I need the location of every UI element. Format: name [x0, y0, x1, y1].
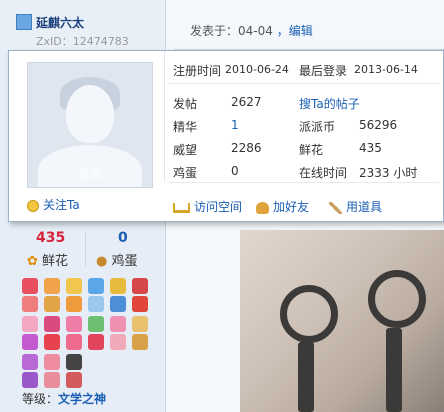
lastlogin-date: 2013-06-14 — [354, 63, 418, 76]
stat-value: 2286 — [231, 141, 262, 155]
add-friend-button[interactable]: 加好友 — [256, 198, 309, 215]
medal-icon[interactable] — [88, 334, 104, 350]
medal-icon[interactable] — [88, 296, 104, 312]
stat-separator — [85, 232, 86, 266]
eggs-stat[interactable]: ● 鸡蛋 — [96, 250, 138, 269]
eggs-label: 鸡蛋 — [111, 254, 138, 269]
flowers-stat[interactable]: ✿ 鲜花 — [27, 250, 68, 269]
home-icon — [173, 202, 190, 213]
stat-label: 在线时间 — [299, 166, 348, 180]
stat-label: 威望 — [173, 143, 198, 157]
medal-icon[interactable] — [44, 296, 60, 312]
medal-icon[interactable] — [110, 296, 126, 312]
medal-icon[interactable] — [22, 316, 38, 332]
bulb-icon — [27, 199, 39, 212]
medal-icon[interactable] — [22, 372, 38, 388]
medal-icon[interactable] — [44, 278, 60, 294]
medal-icon[interactable] — [66, 354, 82, 370]
eggs-count: 0 — [118, 230, 128, 246]
stat-label: 精华 — [173, 120, 198, 134]
follow-label: 关注Ta — [43, 198, 80, 212]
post-meta: 发表于：04-04 ，编辑 — [190, 22, 313, 39]
medal-icon[interactable] — [110, 316, 126, 332]
medal-icon[interactable] — [44, 372, 60, 388]
edit-link[interactable]: ，编辑 — [277, 24, 313, 38]
medal-icon[interactable] — [44, 354, 60, 370]
key-shaft-right — [386, 328, 402, 412]
follow-button[interactable]: 关注Ta — [27, 196, 80, 213]
add-friend-icon — [256, 201, 269, 214]
medal-icon[interactable] — [22, 334, 38, 350]
stat-value[interactable]: 1 — [231, 118, 239, 132]
user-info-popup: 派派 关注Ta 注册时间 2010-06-24 最后登录 2013-06-14 … — [8, 50, 444, 222]
medal-icon[interactable] — [132, 334, 148, 350]
visit-space-button[interactable]: 访问空间 — [173, 198, 242, 215]
register-date: 2010-06-24 — [225, 63, 289, 76]
level-label: 等级： — [22, 392, 59, 406]
stat-label: 鲜花 — [299, 143, 324, 157]
medal-icon[interactable] — [44, 334, 60, 350]
medal-icon[interactable] — [22, 296, 38, 312]
user-header: 延麒六太 ZxID：12474783 — [0, 0, 165, 50]
medal-icon[interactable] — [66, 372, 82, 388]
medal-icon[interactable] — [66, 278, 82, 294]
medal-icon[interactable] — [44, 316, 60, 332]
user-level: 等级：文学之神 — [22, 390, 106, 407]
action-label: 加好友 — [273, 200, 310, 214]
medal-icon[interactable] — [22, 354, 38, 370]
medal-icon[interactable] — [132, 316, 148, 332]
medal-icon[interactable] — [66, 316, 82, 332]
username-link[interactable]: 延麒六太 — [36, 14, 84, 31]
medal-icon[interactable] — [110, 334, 126, 350]
register-label: 注册时间 — [173, 64, 222, 78]
popup-divider-bottom — [169, 182, 439, 183]
avatar-label: 派派 — [77, 167, 102, 181]
stat-label: 发帖 — [173, 97, 198, 111]
medal-icon[interactable] — [88, 278, 104, 294]
stat-value: 2627 — [231, 95, 262, 109]
avatar[interactable]: 派派 — [27, 62, 153, 188]
level-value[interactable]: 文学之神 — [58, 392, 106, 406]
user-zxid: ZxID：12474783 — [36, 35, 129, 48]
stat-value: 2333 小时 — [359, 166, 418, 180]
lastlogin-label: 最后登录 — [299, 64, 348, 78]
medal-icon[interactable] — [110, 278, 126, 294]
key-shaft-left — [298, 342, 314, 412]
medal-icon[interactable] — [132, 296, 148, 312]
popup-divider-top — [169, 83, 439, 84]
post-date: 发表于：04-04 — [190, 24, 273, 38]
stat-label: 派派币 — [299, 120, 336, 134]
flower-icon: ✿ — [27, 254, 38, 269]
user-online-icon — [16, 14, 32, 30]
key-head-right — [368, 270, 426, 328]
medal-icon[interactable] — [66, 296, 82, 312]
avatar-head — [66, 85, 114, 143]
key-head-left — [280, 285, 338, 343]
flowers-label: 鲜花 — [42, 254, 69, 269]
flowers-count: 435 — [36, 230, 66, 246]
post-image[interactable] — [240, 230, 444, 412]
action-label: 访问空间 — [194, 200, 243, 214]
medal-icon[interactable] — [22, 278, 38, 294]
action-label: 用道具 — [346, 200, 383, 214]
search-posts-link[interactable]: 搜Ta的帖子 — [299, 95, 360, 112]
use-item-button[interactable]: 用道具 — [329, 198, 382, 215]
stat-value: 0 — [231, 164, 239, 178]
wand-icon — [329, 201, 342, 214]
stat-value: 435 — [359, 141, 382, 155]
stat-label: 鸡蛋 — [173, 166, 198, 180]
stat-value: 56296 — [359, 118, 398, 132]
medal-icon[interactable] — [132, 278, 148, 294]
egg-icon: ● — [96, 254, 108, 269]
medal-icon[interactable] — [66, 334, 82, 350]
medal-icon[interactable] — [88, 316, 104, 332]
popup-vertical-divider — [164, 51, 165, 182]
